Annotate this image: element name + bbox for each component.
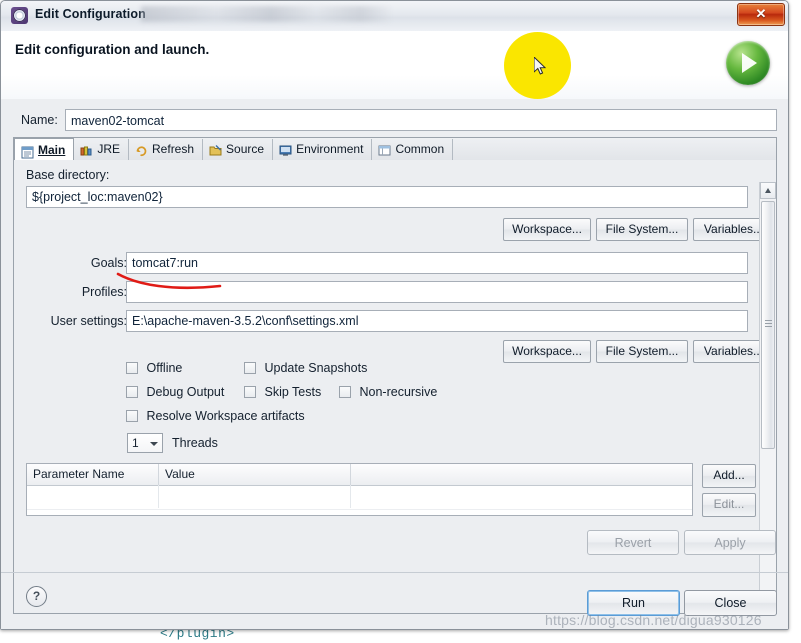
tab-refresh[interactable]: Refresh (129, 139, 204, 160)
checkbox-resolve-workspace-artifacts[interactable]: Resolve Workspace artifacts (126, 409, 305, 423)
refresh-arrows-icon (135, 143, 148, 157)
cell-parameter-name (27, 485, 159, 508)
threads-label: Threads (172, 436, 218, 450)
source-folder-icon (209, 143, 222, 156)
checkbox-skip-tests-box[interactable] (244, 386, 256, 398)
dialog-banner: Edit configuration and launch. (1, 31, 788, 100)
checkbox-update-snapshots-label: Update Snapshots (264, 361, 368, 375)
tab-strip: Main JRE Refresh Source Environment Comm… (14, 138, 776, 161)
column-filler (351, 464, 692, 485)
table-row[interactable] (27, 485, 692, 510)
tab-jre-label: JRE (97, 142, 121, 156)
column-value[interactable]: Value (159, 464, 351, 485)
checkbox-resolve-workspace-artifacts-label: Resolve Workspace artifacts (146, 409, 305, 423)
apply-button[interactable]: Apply (684, 530, 776, 555)
add-parameter-button[interactable]: Add... (702, 464, 756, 488)
user-settings-label: User settings: (50, 314, 127, 328)
name-label: Name: (21, 113, 58, 127)
tab-jre[interactable]: JRE (74, 139, 130, 160)
base-directory-label: Base directory: (26, 168, 110, 182)
dialog-body: Name: maven02-tomcat Main JRE Refresh So… (1, 99, 788, 629)
checkbox-skip-tests-label: Skip Tests (264, 385, 322, 399)
user-settings-input[interactable]: E:\apache-maven-3.5.2\conf\settings.xml (126, 310, 748, 332)
jre-library-icon (80, 143, 93, 156)
revert-button[interactable]: Revert (587, 530, 679, 555)
profiles-label: Profiles: (81, 285, 127, 299)
tab-environment-label: Environment (296, 142, 364, 156)
environment-icon (279, 143, 292, 156)
checkbox-offline[interactable]: Offline (126, 361, 182, 375)
triangle-up-icon (765, 188, 771, 193)
run-play-icon[interactable] (726, 41, 770, 85)
workspace-button-bottom[interactable]: Workspace... (503, 340, 591, 363)
checkbox-debug-output-box[interactable] (126, 386, 138, 398)
banner-heading: Edit configuration and launch. (15, 42, 210, 57)
checkbox-non-recursive[interactable]: Non-recursive (339, 385, 437, 399)
scrollbar-grip-icon (765, 320, 772, 321)
tab-refresh-label: Refresh (152, 142, 195, 156)
screen-root: </plugin> Edit Configuration ✕ Edit conf… (0, 0, 801, 643)
gear-icon (11, 7, 28, 24)
threads-value: 1 (132, 436, 139, 450)
tab-source[interactable]: Source (203, 139, 274, 160)
close-icon: ✕ (755, 6, 767, 21)
checkbox-debug-output-label: Debug Output (146, 385, 225, 399)
main-document-icon (21, 144, 34, 158)
goals-input[interactable]: tomcat7:run (126, 252, 748, 274)
parameter-table-header: Parameter Name Value (27, 464, 692, 486)
tab-source-label: Source (226, 142, 265, 156)
cell-filler (351, 485, 692, 508)
checkbox-offline-label: Offline (146, 361, 183, 375)
cell-value (159, 485, 351, 508)
scrollbar-thumb[interactable] (761, 201, 775, 449)
title-bar: Edit Configuration ✕ (1, 1, 788, 32)
checkbox-offline-box[interactable] (126, 362, 138, 374)
close-window-button[interactable]: ✕ (737, 3, 785, 26)
checkbox-update-snapshots[interactable]: Update Snapshots (244, 361, 367, 375)
profiles-input[interactable] (126, 281, 748, 303)
workspace-button-top[interactable]: Workspace... (503, 218, 591, 241)
tab-main-label: Main (38, 143, 66, 157)
checkbox-debug-output[interactable]: Debug Output (126, 385, 224, 399)
tab-common-label: Common (395, 142, 445, 156)
name-input[interactable]: maven02-tomcat (65, 109, 777, 131)
window-title: Edit Configuration (35, 7, 146, 21)
parameter-table[interactable]: Parameter Name Value (26, 463, 693, 516)
mouse-cursor-icon (534, 57, 547, 75)
name-row: Name: maven02-tomcat (13, 109, 777, 133)
column-parameter-name[interactable]: Parameter Name (27, 464, 159, 485)
checkbox-skip-tests[interactable]: Skip Tests (244, 385, 321, 399)
footer-divider (1, 572, 788, 573)
checkbox-update-snapshots-box[interactable] (244, 362, 256, 374)
chevron-down-icon (150, 442, 158, 446)
common-window-icon (378, 143, 391, 156)
tab-main[interactable]: Main (14, 138, 75, 161)
tab-environment[interactable]: Environment (273, 139, 373, 160)
scroll-up-button[interactable] (760, 182, 776, 199)
threads-combobox[interactable]: 1 (127, 433, 163, 453)
base-directory-input[interactable]: ${project_loc:maven02} (26, 186, 748, 208)
checkbox-resolve-workspace-artifacts-box[interactable] (126, 410, 138, 422)
close-button[interactable]: Close (684, 590, 777, 616)
blurred-title-region (141, 6, 391, 22)
help-icon[interactable]: ? (26, 586, 47, 607)
file-system-button-top[interactable]: File System... (596, 218, 688, 241)
tab-common[interactable]: Common (372, 139, 454, 160)
checkbox-non-recursive-box[interactable] (339, 386, 351, 398)
checkbox-non-recursive-label: Non-recursive (359, 385, 438, 399)
goals-label: Goals: (90, 256, 127, 270)
file-system-button-bottom[interactable]: File System... (596, 340, 688, 363)
edit-parameter-button[interactable]: Edit... (702, 493, 756, 517)
run-button[interactable]: Run (587, 590, 680, 616)
edit-configuration-dialog: Edit Configuration ✕ Edit configuration … (0, 0, 789, 630)
